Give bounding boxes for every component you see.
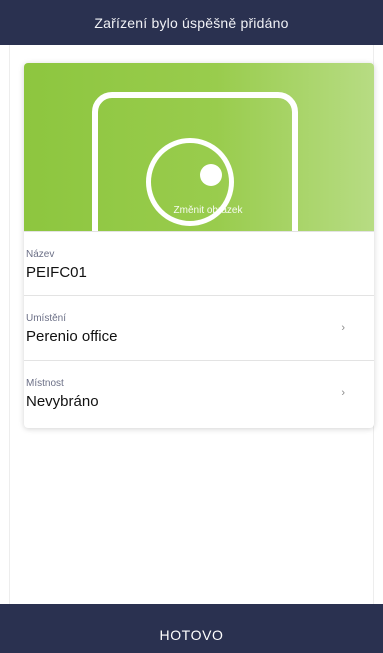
done-button[interactable]: HOTOVO — [0, 604, 383, 653]
device-image-area[interactable]: Změnit obrázek — [24, 63, 374, 231]
field-row-location[interactable]: Umístění Perenio office › — [24, 295, 374, 359]
field-label-name: Název — [26, 249, 55, 260]
field-row-room[interactable]: Místnost Nevybráno › — [24, 360, 374, 424]
device-dot-icon — [200, 164, 222, 186]
field-value-location: Perenio office — [26, 328, 118, 345]
field-row-name[interactable]: Název PEIFC01 — [24, 231, 374, 295]
chevron-right-icon: › — [341, 387, 345, 399]
header-title: Zařízení bylo úspěšně přidáno — [94, 14, 289, 31]
done-button-label: HOTOVO — [159, 626, 224, 643]
header-bar: Zařízení bylo úspěšně přidáno — [0, 0, 383, 45]
chevron-right-icon: › — [341, 322, 345, 334]
field-value-room: Nevybráno — [26, 393, 99, 410]
content-edge-left — [9, 45, 10, 604]
app-screen: Zařízení bylo úspěšně přidáno Změnit obr… — [0, 0, 383, 653]
device-card: Změnit obrázek Název PEIFC01 Umístění Pe… — [24, 63, 374, 428]
field-label-room: Místnost — [26, 378, 64, 389]
field-label-location: Umístění — [26, 313, 67, 324]
field-value-name: PEIFC01 — [26, 264, 87, 281]
change-image-link[interactable]: Změnit obrázek — [24, 205, 374, 216]
